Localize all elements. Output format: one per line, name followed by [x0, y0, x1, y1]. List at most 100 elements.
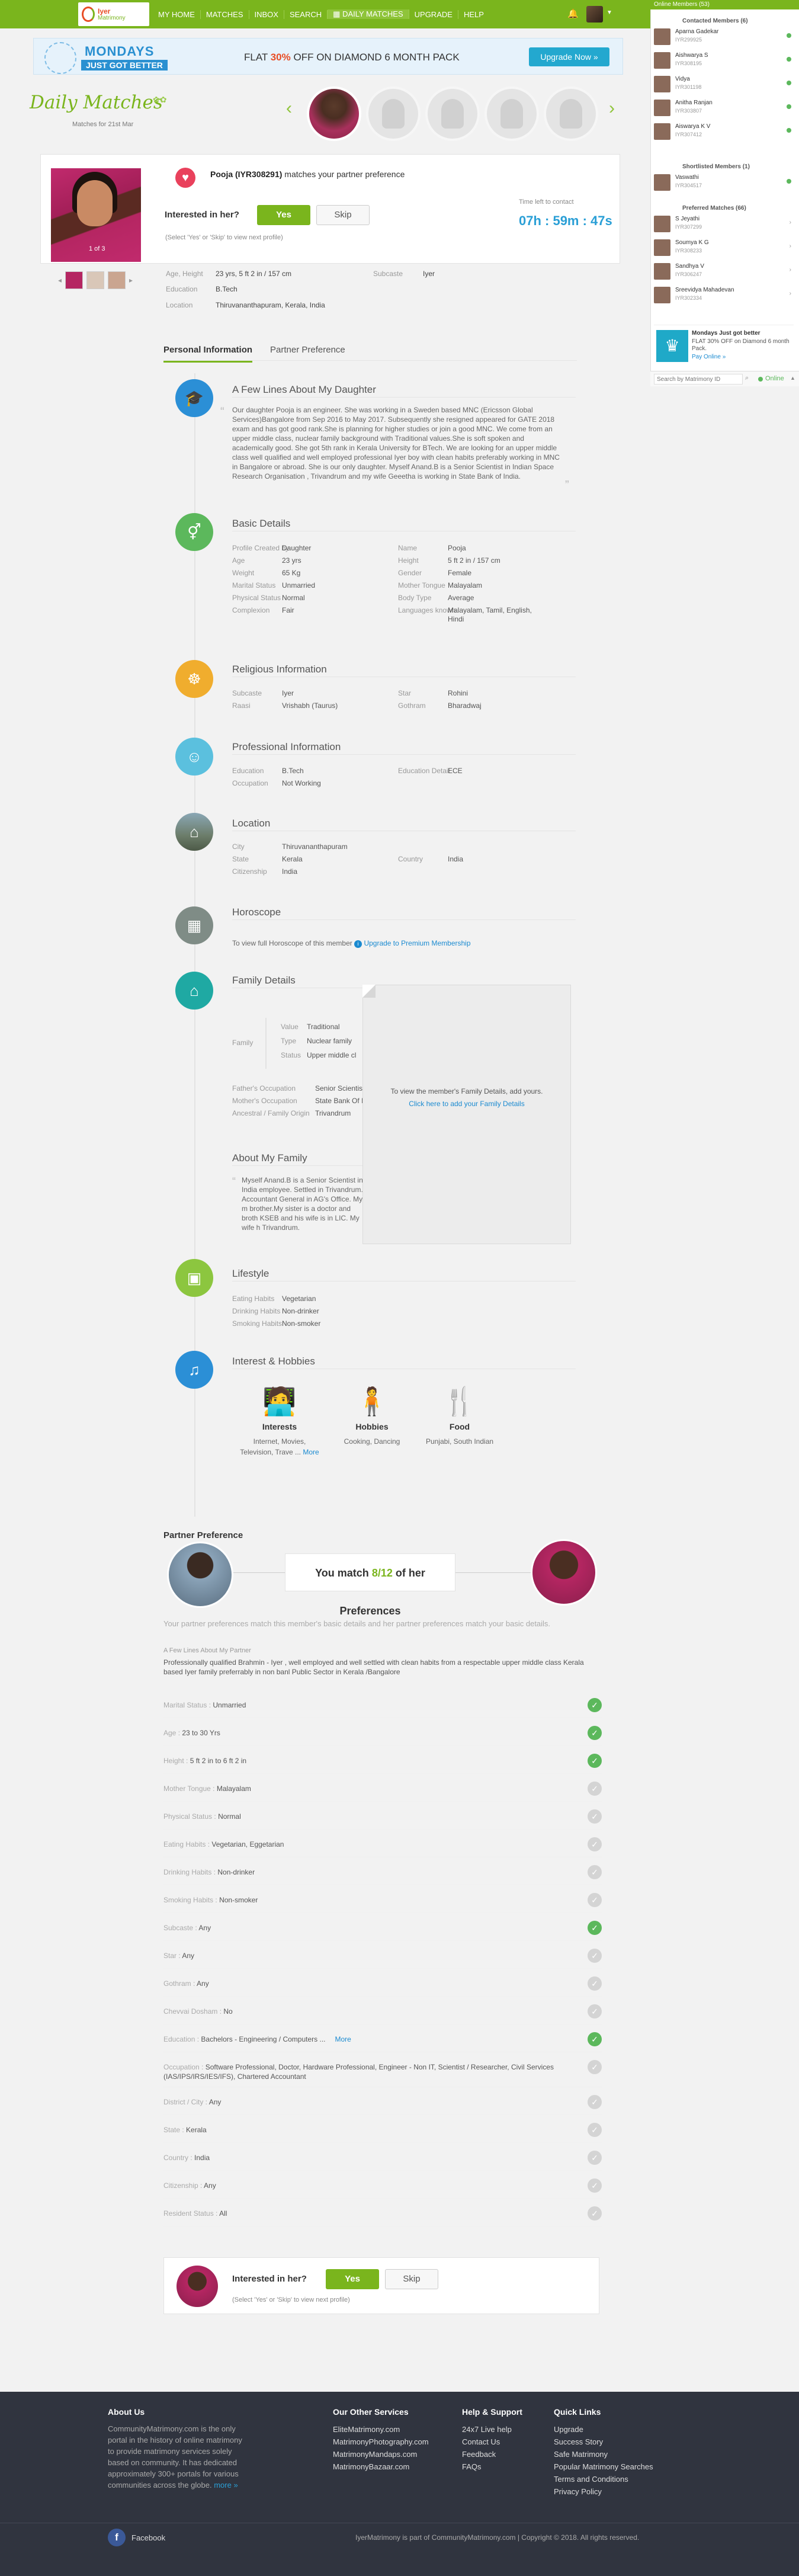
- facebook-link[interactable]: Facebook: [131, 2532, 165, 2544]
- preference-separator: :: [191, 1979, 197, 1988]
- member-avatar: [654, 174, 670, 191]
- calendar-icon: ▦: [333, 9, 343, 18]
- member-list-item[interactable]: S Jeyathi IYR307299 ›: [654, 214, 794, 235]
- footer-link[interactable]: Success Story: [554, 2436, 603, 2448]
- carousel-next-icon[interactable]: ›: [609, 98, 615, 118]
- footer-about-body: CommunityMatrimony.com is the only porta…: [108, 2424, 242, 2490]
- site-logo[interactable]: Iyer Matrimony: [78, 2, 149, 26]
- footer-link[interactable]: Upgrade: [554, 2423, 583, 2436]
- horoscope-text: To view full Horoscope of this member: [232, 939, 352, 947]
- footer-link[interactable]: 24x7 Live help: [462, 2423, 512, 2436]
- member-name: Vidya: [675, 76, 690, 82]
- match-thumb-active[interactable]: [307, 86, 361, 141]
- profile-name-id[interactable]: Pooja (IYR308291): [210, 169, 282, 179]
- member-name: Sandhya V: [675, 263, 704, 270]
- chevron-up-icon[interactable]: ▲: [790, 375, 795, 381]
- bottom-skip-button[interactable]: Skip: [385, 2269, 438, 2289]
- preference-text: Chevvai Dosham : No: [163, 2007, 554, 2016]
- chevron-down-icon[interactable]: ▼: [607, 9, 612, 16]
- field-value: 5 ft 2 in / 157 cm: [448, 556, 500, 565]
- member-list-item[interactable]: Vidya IYR301198: [654, 75, 794, 95]
- footer-link[interactable]: MatrimonyMandaps.com: [333, 2448, 417, 2460]
- facebook-icon[interactable]: f: [108, 2529, 126, 2546]
- photo-thumb[interactable]: [108, 271, 126, 289]
- member-list-item[interactable]: Aiswarya K V IYR307412: [654, 122, 794, 142]
- preference-label: Education: [163, 2035, 195, 2043]
- match-thumb-4[interactable]: [484, 86, 539, 141]
- preference-label: District / City: [163, 2098, 204, 2106]
- hobbies-title: Hobbies: [355, 1422, 389, 1431]
- preference-value: India: [194, 2154, 210, 2162]
- member-list-item[interactable]: Sreevidya Mahadevan IYR302334 ›: [654, 286, 794, 306]
- footer-link[interactable]: Popular Matrimony Searches: [554, 2460, 653, 2473]
- upgrade-now-button[interactable]: Upgrade Now »: [529, 47, 609, 66]
- footer-link[interactable]: Privacy Policy: [554, 2485, 602, 2498]
- preference-value: Software Professional, Doctor, Hardware …: [163, 2063, 554, 2081]
- nav-help[interactable]: HELP: [458, 10, 489, 19]
- add-family-details-link[interactable]: Click here to add your Family Details: [366, 1100, 567, 1108]
- fork-knife-icon: 🍴: [442, 1386, 477, 1417]
- thumb-next-icon[interactable]: ▸: [129, 276, 133, 284]
- online-status[interactable]: Online: [765, 375, 784, 382]
- nav-upgrade[interactable]: UPGRADE: [409, 9, 458, 19]
- member-list-item[interactable]: Sandhya V IYR306247 ›: [654, 262, 794, 282]
- skip-button[interactable]: Skip: [316, 205, 370, 225]
- photo-thumb[interactable]: [65, 271, 84, 289]
- interested-question: Interested in her?: [165, 210, 239, 220]
- footer-link[interactable]: MatrimonyBazaar.com: [333, 2460, 409, 2473]
- thumb-prev-icon[interactable]: ◂: [58, 276, 62, 284]
- nav-inbox[interactable]: INBOX: [249, 9, 284, 19]
- logo-mark-icon: [82, 7, 95, 22]
- right-panel-ad[interactable]: ♛ Mondays Just got better FLAT 30% OFF o…: [654, 325, 794, 366]
- search-icon[interactable]: ⌕: [745, 374, 749, 382]
- photo-thumb[interactable]: [86, 271, 105, 289]
- footer-link[interactable]: Contact Us: [462, 2436, 500, 2448]
- footer-link[interactable]: Safe Matrimony: [554, 2448, 608, 2460]
- upgrade-premium-link[interactable]: Upgrade to Premium Membership: [364, 939, 470, 947]
- ad-pay-link[interactable]: Pay Online »: [692, 354, 726, 360]
- footer-link[interactable]: FAQs: [462, 2460, 482, 2473]
- bottom-yes-button[interactable]: Yes: [326, 2269, 379, 2289]
- match-thumb-3[interactable]: [425, 86, 480, 141]
- member-list-item[interactable]: Vaswathi IYR304517: [654, 173, 794, 193]
- member-list-item[interactable]: Soumya K G IYR308233 ›: [654, 238, 794, 258]
- member-list-item[interactable]: Anitha Ranjan IYR303807: [654, 98, 794, 118]
- interest-more-link[interactable]: More: [303, 1448, 319, 1456]
- preference-text: Marital Status : Unmarried: [163, 1700, 554, 1710]
- preferred-title: Preferred Matches (66): [682, 205, 746, 212]
- online-members-header[interactable]: Online Members (53): [650, 0, 799, 9]
- section-title-location: Location: [232, 818, 271, 829]
- footer-link[interactable]: MatrimonyPhotography.com: [333, 2436, 429, 2448]
- preference-label: Subcaste: [163, 1924, 194, 1932]
- nav-daily-matches[interactable]: ▦ DAILY MATCHES: [328, 9, 409, 19]
- footer-link[interactable]: Feedback: [462, 2448, 496, 2460]
- summary-label: Age, Height: [166, 270, 203, 278]
- preference-more-link[interactable]: More: [335, 2035, 351, 2043]
- search-matrimony-id-input[interactable]: [654, 374, 743, 385]
- carousel-prev-icon[interactable]: ‹: [286, 98, 292, 118]
- footer-about-more-link[interactable]: more »: [214, 2481, 238, 2490]
- member-list-item[interactable]: Aishwarya S IYR308195: [654, 51, 794, 71]
- footer-services-title: Our Other Services: [333, 2407, 409, 2417]
- nav-search[interactable]: SEARCH: [284, 9, 328, 19]
- match-thumb-5[interactable]: [544, 86, 598, 141]
- online-dot-icon: [787, 57, 791, 62]
- nav-my-home[interactable]: MY HOME: [153, 9, 201, 19]
- promo-banner[interactable]: MONDAYS JUST GOT BETTER FLAT 30% OFF ON …: [33, 38, 623, 75]
- field-value: Non-drinker: [282, 1307, 319, 1315]
- member-id: IYR301198: [675, 84, 702, 90]
- yes-button[interactable]: Yes: [257, 205, 310, 225]
- member-list-item[interactable]: Aparna Gadekar IYR299925: [654, 27, 794, 47]
- member-id: IYR307299: [675, 224, 702, 230]
- match-thumb-2[interactable]: [366, 86, 421, 141]
- preference-label: Drinking Habits: [163, 1868, 212, 1876]
- horoscope-text-row: To view full Horoscope of this member i …: [232, 938, 471, 948]
- footer-link[interactable]: Terms and Conditions: [554, 2473, 628, 2485]
- nav-matches[interactable]: MATCHES: [201, 9, 249, 19]
- notification-bell-icon[interactable]: 🔔: [567, 8, 579, 19]
- footer-link[interactable]: EliteMatrimony.com: [333, 2423, 400, 2436]
- field-label: Weight: [232, 569, 255, 577]
- banner-offer-pct: 30%: [270, 52, 291, 63]
- user-avatar[interactable]: [586, 6, 603, 23]
- field-value: Normal: [282, 594, 305, 602]
